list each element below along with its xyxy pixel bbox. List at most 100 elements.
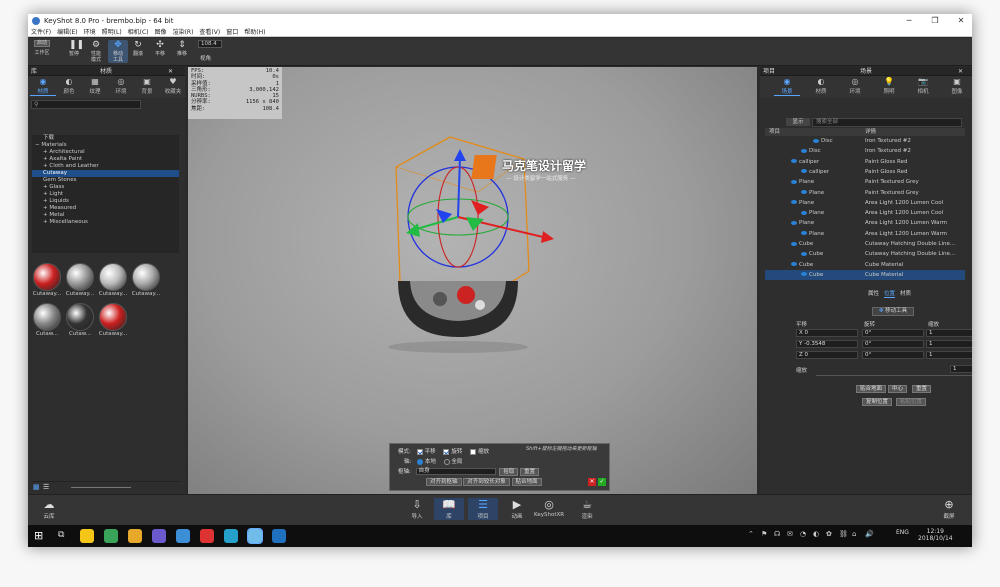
tray-icon-4[interactable]: ◔ [800, 530, 806, 538]
dock-button-3[interactable]: ☰ 项目 [468, 498, 498, 520]
scene-tab-5[interactable]: ▣ 图像 [944, 77, 970, 95]
scene-search-input[interactable]: 搜索全部 [812, 118, 962, 127]
tree-item[interactable]: 下载 [32, 135, 179, 142]
transform-field-2-1[interactable]: 0° [862, 351, 924, 359]
tree-item[interactable]: + Architectural [32, 149, 179, 156]
visibility-eye-icon[interactable] [791, 262, 797, 267]
align-to-object-button[interactable]: 对齐到较长对象 [463, 478, 510, 486]
position-button-4[interactable]: 粘贴位置 [896, 398, 927, 406]
toolbar-button-1[interactable]: ❚❚ 暂停 [64, 40, 84, 57]
close-icon[interactable]: ✕ [168, 67, 173, 76]
task-view-icon[interactable]: ⧉ [58, 530, 64, 540]
tray-icon-0[interactable]: ⌃ [748, 530, 754, 538]
cpu-badge[interactable]: 启动 [34, 40, 50, 47]
scene-row-2[interactable]: calliper Paint Gloss Red [765, 157, 965, 167]
scene-row-3[interactable]: calliper Paint Gloss Red [765, 167, 965, 177]
menu-item-5[interactable]: 图像 [152, 28, 170, 37]
transform-field-0-2[interactable]: 1 [926, 329, 972, 337]
dock-button-0[interactable]: ☁ 云库 [34, 498, 64, 520]
transform-field-1-0[interactable]: Y -0.3548 [796, 340, 858, 348]
scene-row-7[interactable]: Plane Area Light 1200 Lumen Cool [765, 208, 965, 218]
library-tab-2[interactable]: ▦ 纹理 [82, 77, 108, 95]
menu-item-9[interactable]: 帮助(H) [241, 28, 268, 37]
transform-field-0-1[interactable]: 0° [862, 329, 924, 337]
menu-item-8[interactable]: 窗口 [223, 28, 241, 37]
toolbar-button-4[interactable]: ↻ 翻滚 [128, 40, 148, 57]
scene-tab-3[interactable]: 💡 照明 [876, 77, 902, 95]
scene-row-11[interactable]: Cube Cutaway Hatching Double Line... [765, 249, 965, 259]
visibility-eye-icon[interactable] [801, 231, 807, 236]
align-to-pivot-button[interactable]: 对齐到枢轴 [426, 478, 462, 486]
taskbar-app-icon-2[interactable] [128, 529, 142, 543]
toolbar-button-0[interactable]: 工作区 [32, 50, 52, 56]
library-tab-1[interactable]: ◐ 颜色 [56, 77, 82, 95]
translate-checkbox[interactable] [416, 448, 423, 455]
local-radio[interactable] [417, 458, 424, 465]
global-radio[interactable] [443, 458, 450, 465]
tray-icon-3[interactable]: ✉ [787, 530, 793, 538]
tree-item[interactable]: + Glass [32, 184, 179, 191]
reset-button[interactable]: 重置 [520, 468, 540, 476]
dock-button-4[interactable]: ▶ 动画 [502, 498, 532, 520]
library-tab-5[interactable]: ♥ 收藏夹 [160, 77, 186, 95]
scene-tab-1[interactable]: ◐ 材质 [808, 77, 834, 95]
dock-button-2[interactable]: 📖 库 [434, 498, 464, 520]
menu-item-6[interactable]: 渲染(R) [170, 28, 197, 37]
tree-item[interactable]: Gem Stones [32, 177, 179, 184]
library-tab-3[interactable]: ◎ 环境 [108, 77, 134, 95]
visibility-eye-icon[interactable] [791, 179, 797, 184]
tree-item[interactable]: − Materials [32, 142, 179, 149]
visibility-eye-icon[interactable] [791, 159, 797, 164]
position-button-2[interactable]: 重置 [912, 385, 932, 393]
taskbar-app-icon-6[interactable] [224, 529, 238, 543]
tree-item[interactable]: + Light [32, 191, 179, 198]
taskbar-app-icon-3[interactable] [152, 529, 166, 543]
tree-item[interactable]: + Cloth and Leather [32, 163, 179, 170]
transform-field-1-2[interactable]: 1 [926, 340, 972, 348]
toolbar-button-6[interactable]: ⇕ 推移 [172, 40, 192, 57]
menu-item-4[interactable]: 相机(C) [125, 28, 152, 37]
position-button-1[interactable]: 中心 [888, 385, 908, 393]
scene-row-1[interactable]: Disc Iron Textured #2 [765, 146, 965, 156]
render-viewport[interactable]: FPS: 10.4 时间: 0s 采样值: 1 三角形: 3,000,142 NURBS: 15 分… [188, 67, 757, 494]
taskbar-app-icon-5[interactable] [200, 529, 214, 543]
material-thumbnail-0[interactable]: Cutaway... [32, 263, 62, 297]
properties-subtab-0[interactable]: 属性 [868, 291, 879, 297]
scene-row-4[interactable]: Plane Paint Textured Grey [765, 177, 965, 187]
tray-icon-1[interactable]: ⚑ [761, 530, 767, 538]
toolbar-button-3[interactable]: ✥ 移动 工具 [108, 40, 128, 63]
menu-item-1[interactable]: 编辑(E) [54, 28, 80, 37]
menu-item-7[interactable]: 查看(V) [196, 28, 223, 37]
dock-button-7[interactable]: ⊕ 截屏 [934, 498, 964, 520]
tray-icon-2[interactable]: ☊ [774, 530, 780, 538]
material-thumbnail-6[interactable]: Cutaway... [98, 303, 128, 337]
uniform-scale-slider[interactable] [816, 375, 972, 376]
thumb-size-slider[interactable] [71, 487, 131, 488]
taskbar-app-icon-7[interactable] [247, 528, 263, 544]
transform-field-1-1[interactable]: 0° [862, 340, 924, 348]
tray-icon-5[interactable]: ◐ [813, 530, 819, 538]
scene-row-6[interactable]: Plane Area Light 1200 Lumen Cool [765, 198, 965, 208]
tree-item[interactable]: + Axalta Paint [32, 156, 179, 163]
tray-icon-6[interactable]: ✿ [826, 530, 832, 538]
menu-item-3[interactable]: 照明(L) [99, 28, 125, 37]
tray-icon-7[interactable]: ⛓ [839, 530, 848, 538]
cancel-icon[interactable]: ✕ [588, 478, 596, 486]
scene-row-0[interactable]: Disc Iron Textured #2 [765, 136, 965, 146]
close-icon[interactable]: ✕ [950, 14, 972, 28]
scene-tab-4[interactable]: 📷 相机 [910, 77, 936, 95]
list-view-icon[interactable]: ☰ [43, 483, 49, 491]
windows-start-icon[interactable]: ⊞ [34, 529, 43, 542]
dock-button-6[interactable]: ☕ 渲染 [572, 498, 602, 520]
visibility-eye-icon[interactable] [801, 169, 807, 174]
visibility-eye-icon[interactable] [801, 272, 807, 277]
taskbar-app-icon-0[interactable] [80, 529, 94, 543]
tree-item[interactable]: + Liquids [32, 198, 179, 205]
toolbar-button-5[interactable]: ✣ 平移 [150, 40, 170, 57]
library-tab-0[interactable]: ◉ 材质 [30, 77, 56, 96]
library-search-input[interactable]: ⚲ [31, 100, 141, 109]
clock[interactable]: 12:19 2018/10/14 [918, 528, 953, 542]
tray-icon-9[interactable]: 🔊 [865, 530, 874, 538]
transform-field-2-0[interactable]: Z 0 [796, 351, 858, 359]
properties-subtab-2[interactable]: 材质 [900, 291, 911, 297]
